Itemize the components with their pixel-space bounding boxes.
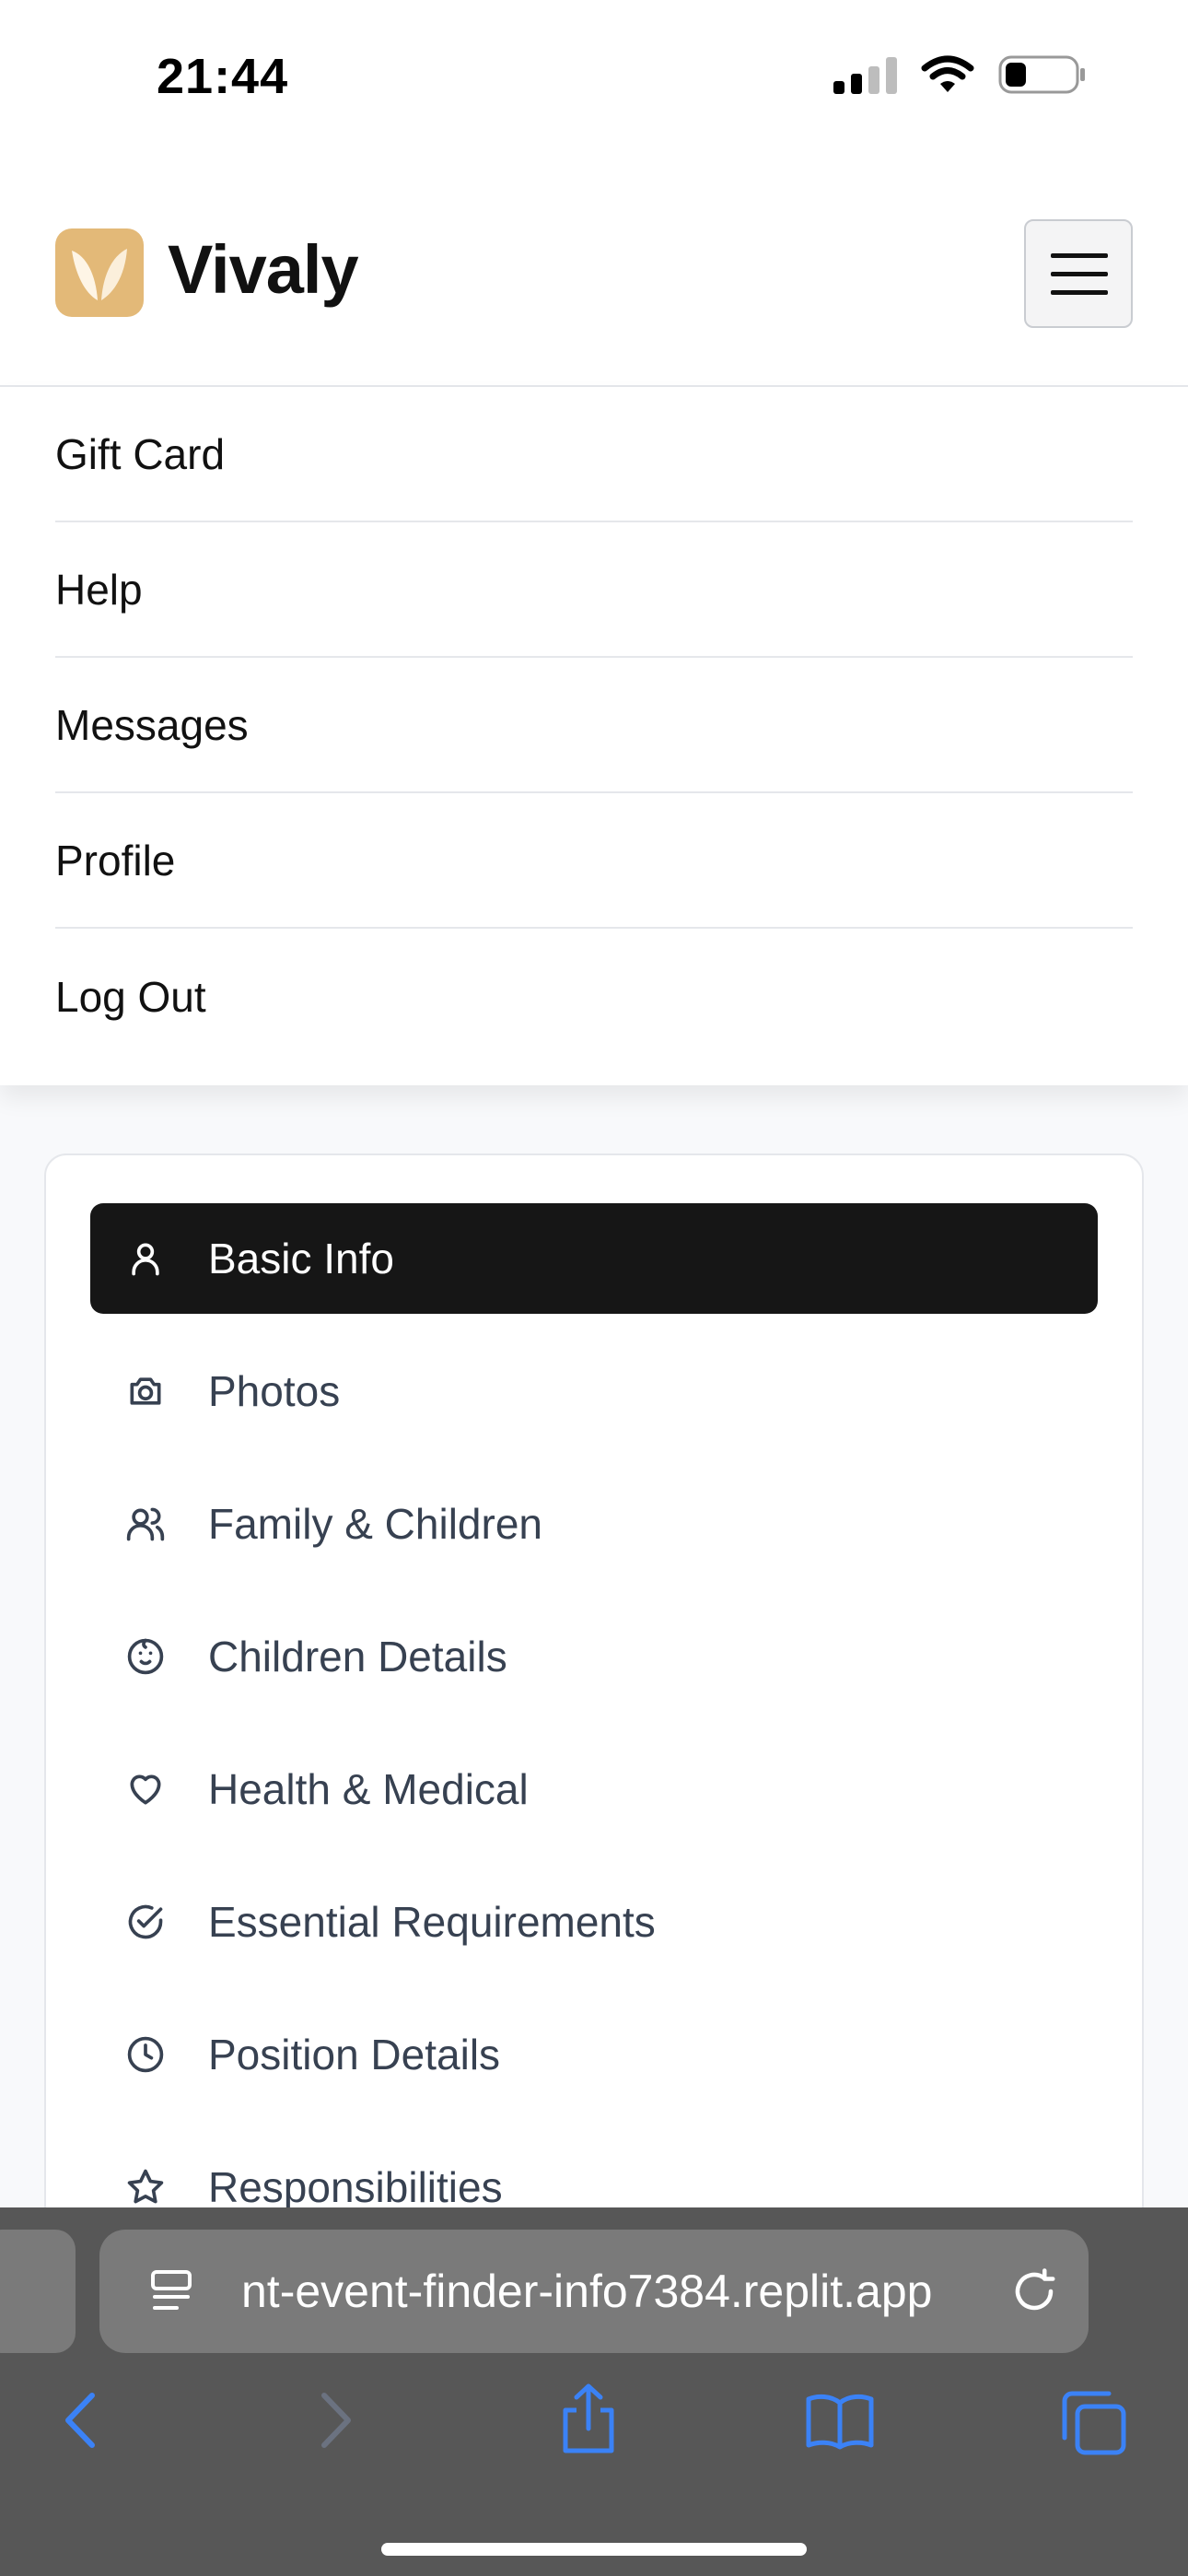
section-label: Essential Requirements (208, 1898, 656, 1946)
users-icon (123, 1502, 168, 1546)
back-icon[interactable] (57, 2388, 103, 2453)
section-label: Responsibilities (208, 2163, 503, 2211)
reload-icon[interactable] (1009, 2266, 1059, 2316)
nav-item-gift-card[interactable]: Gift Card (55, 387, 1133, 522)
section-label: Health & Medical (208, 1765, 529, 1813)
page-menu-icon[interactable] (147, 2266, 197, 2316)
profile-sections-card: Basic Info Photos Family & Children Chil… (44, 1153, 1144, 2351)
bookmarks-icon[interactable] (805, 2392, 875, 2451)
section-children-details[interactable]: Children Details (90, 1601, 1098, 1712)
nav-item-help[interactable]: Help (55, 522, 1133, 658)
status-bar: 21:44 (0, 0, 1188, 157)
app-header: Vivaly (0, 157, 1188, 387)
section-label: Basic Info (208, 1235, 394, 1282)
forward-icon[interactable] (313, 2388, 359, 2453)
nav-item-messages[interactable]: Messages (55, 658, 1133, 793)
section-essential-requirements[interactable]: Essential Requirements (90, 1867, 1098, 1977)
nav-item-profile[interactable]: Profile (55, 793, 1133, 929)
share-icon[interactable] (556, 2383, 621, 2456)
section-label: Family & Children (208, 1500, 542, 1548)
section-health-medical[interactable]: Health & Medical (90, 1734, 1098, 1844)
camera-icon (123, 1369, 168, 1413)
user-icon (123, 1236, 168, 1281)
baby-icon (123, 1634, 168, 1679)
clock-icon (123, 2032, 168, 2077)
address-bar[interactable]: nt-event-finder-info7384.replit.app (99, 2230, 1089, 2353)
section-photos[interactable]: Photos (90, 1336, 1098, 1446)
brand-name[interactable]: Vivaly (168, 230, 359, 309)
star-icon (123, 2165, 168, 2209)
check-circle-icon (123, 1900, 168, 1944)
heart-icon (123, 1767, 168, 1811)
nav-item-log-out[interactable]: Log Out (55, 929, 1133, 1064)
nav-menu: Gift Card Help Messages Profile Log Out (0, 387, 1188, 1085)
wifi-icon (921, 55, 974, 92)
hamburger-menu-button[interactable] (1024, 219, 1133, 328)
previous-tab-preview[interactable] (0, 2230, 76, 2353)
section-label: Children Details (208, 1633, 507, 1680)
status-icons (833, 53, 1087, 96)
hamburger-icon (1051, 253, 1108, 295)
section-label: Photos (208, 1367, 341, 1415)
status-time: 21:44 (157, 49, 289, 104)
home-indicator[interactable] (381, 2543, 807, 2556)
url-text: nt-event-finder-info7384.replit.app (241, 2266, 933, 2317)
battery-icon (998, 55, 1085, 94)
section-label: Position Details (208, 2031, 501, 2078)
browser-toolbar: nt-event-finder-info7384.replit.app (0, 2207, 1188, 2576)
section-family-children[interactable]: Family & Children (90, 1469, 1098, 1579)
section-position-details[interactable]: Position Details (90, 1999, 1098, 2110)
cellular-signal-icon (833, 55, 897, 94)
vivaly-logo-icon[interactable] (55, 228, 144, 317)
tabs-icon[interactable] (1061, 2390, 1127, 2456)
section-basic-info[interactable]: Basic Info (90, 1203, 1098, 1314)
